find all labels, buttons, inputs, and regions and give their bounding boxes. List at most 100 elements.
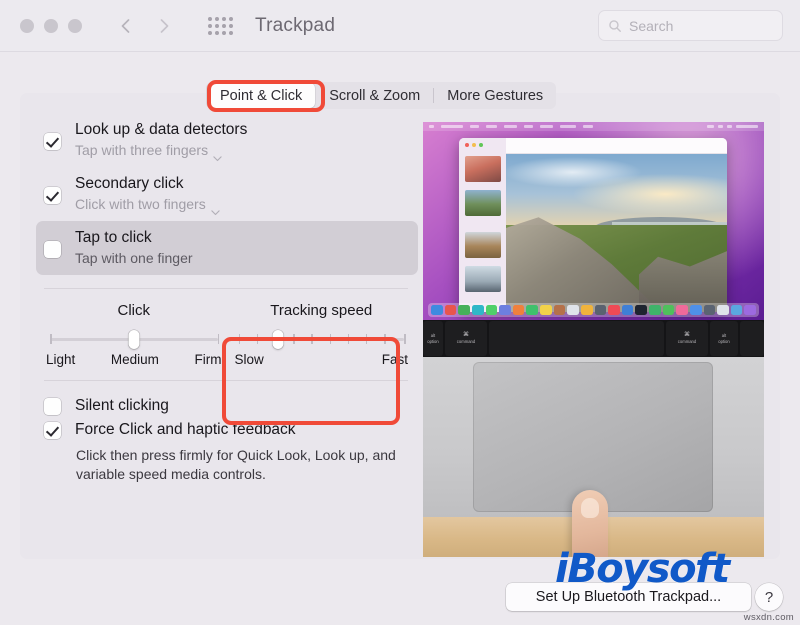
dock-icon — [554, 305, 566, 315]
dock-icon — [649, 305, 661, 315]
command-glyph-icon: ⌘ — [684, 332, 690, 339]
battery-icon — [707, 125, 714, 128]
search-placeholder: Search — [629, 18, 673, 34]
dock-icon — [486, 305, 498, 315]
close-button[interactable] — [20, 19, 34, 33]
sliders-row: Click Light Medium Firm Tr — [36, 302, 418, 367]
slider-tick — [366, 334, 368, 344]
menubar-item — [504, 125, 517, 128]
watermark-site: wsxdn.com — [744, 612, 794, 623]
search-field[interactable]: Search — [598, 10, 783, 41]
macbook-screen — [423, 122, 764, 320]
menubar-item — [540, 125, 553, 128]
command-glyph-icon: ⌘ — [463, 332, 469, 339]
click-slider-track[interactable] — [50, 333, 218, 345]
dock-icon — [690, 305, 702, 315]
preview-photo-content — [506, 154, 727, 312]
tab-label: Point & Click — [220, 88, 302, 104]
slider-tick — [239, 334, 241, 344]
option-title: Secondary click — [75, 175, 184, 192]
force-click-description: Click then press firmly for Quick Look, … — [76, 446, 418, 484]
option-title: Silent clicking — [75, 397, 169, 414]
dock-icon — [663, 305, 675, 315]
tracking-slider-label: Tracking speed — [233, 302, 411, 319]
option-subtitle-label: Tap with three fingers — [75, 141, 208, 160]
key-spacebar — [489, 321, 664, 356]
control-center-icon — [727, 125, 732, 128]
key-command-label: command — [457, 339, 475, 345]
option-subtitle-dropdown[interactable]: Tap with three fingers — [75, 141, 247, 160]
option-row-silent-clicking[interactable]: Silent clicking — [36, 394, 418, 418]
option-title: Look up & data detectors — [75, 121, 247, 138]
watermark-brand: iBoysoft — [555, 546, 729, 592]
tab-more-gestures[interactable]: More Gestures — [434, 82, 556, 109]
option-row-look-up[interactable]: Look up & data detectors Tap with three … — [36, 113, 418, 167]
option-row-secondary-click[interactable]: Secondary click Click with two fingers — [36, 167, 418, 221]
slider-label-firm: Firm — [194, 352, 221, 367]
option-subtitle-dropdown[interactable]: Click with two fingers — [75, 195, 220, 214]
tracking-slider-track[interactable] — [239, 333, 405, 345]
close-button — [465, 143, 469, 147]
dock-icon — [431, 305, 443, 315]
trackpad-preview-image: alt option ⌘ command ⌘ command alt optio… — [423, 122, 764, 557]
photo-sky — [506, 154, 727, 227]
dock-icon — [622, 305, 634, 315]
grid-icon[interactable] — [208, 17, 233, 35]
macos-dock — [428, 303, 759, 317]
trackpad-preferences-window: Trackpad Search Look up & data detectors… — [0, 0, 800, 625]
back-chevron-icon[interactable] — [118, 18, 134, 34]
menubar-item — [524, 125, 533, 128]
tab-label: More Gestures — [447, 88, 543, 104]
checkbox-tap-to-click[interactable] — [44, 241, 61, 258]
navigation-buttons — [118, 18, 172, 34]
option-subtitle-label: Click with two fingers — [75, 195, 206, 214]
key-command-right: ⌘ command — [666, 321, 708, 356]
thumbnail-item — [465, 266, 501, 292]
chevron-down-icon — [211, 202, 220, 208]
section-divider — [44, 288, 408, 289]
dock-icon — [567, 305, 579, 315]
key-option-right: alt option — [710, 321, 738, 356]
preview-menubar — [423, 122, 764, 131]
checkbox-secondary-click[interactable] — [44, 187, 61, 204]
wifi-icon — [718, 125, 723, 128]
tab-scroll-and-zoom[interactable]: Scroll & Zoom — [316, 82, 433, 109]
option-row-force-click[interactable]: Force Click and haptic feedback — [36, 418, 418, 440]
dock-icon — [513, 305, 525, 315]
slider-label-light: Light — [46, 352, 75, 367]
tracking-slider-group: Tracking speed — [233, 302, 411, 367]
help-button[interactable]: ? — [755, 583, 783, 611]
option-row-tap-to-click[interactable]: Tap to click Tap with one finger — [36, 221, 418, 275]
forward-chevron-icon[interactable] — [156, 18, 172, 34]
checkbox-force-click[interactable] — [44, 422, 61, 439]
dock-icon — [581, 305, 593, 315]
traffic-lights — [20, 19, 82, 33]
click-slider-knob[interactable] — [128, 330, 139, 349]
key-command-left: ⌘ command — [445, 321, 487, 356]
fingernail — [581, 498, 599, 518]
dock-icon — [744, 305, 756, 315]
slider-label-medium: Medium — [111, 352, 159, 367]
slider-tick — [348, 334, 350, 344]
menubar-app-name — [441, 125, 463, 128]
minimize-button[interactable] — [44, 19, 58, 33]
slider-label-fast: Fast — [382, 352, 408, 367]
menubar-item — [486, 125, 497, 128]
menubar-item — [583, 125, 593, 128]
key-option-left: alt option — [423, 321, 443, 356]
dock-icon — [526, 305, 538, 315]
preview-toolbar — [506, 138, 727, 154]
settings-column: Look up & data detectors Tap with three … — [36, 113, 418, 484]
slider-tick — [384, 334, 386, 344]
dock-icon — [540, 305, 552, 315]
dock-icon — [608, 305, 620, 315]
checkbox-silent-clicking[interactable] — [44, 398, 61, 415]
zoom-button[interactable] — [68, 19, 82, 33]
checkbox-look-up[interactable] — [44, 133, 61, 150]
tracking-slider-knob[interactable] — [273, 330, 284, 349]
macbook-keyboard-row: alt option ⌘ command ⌘ command alt optio… — [423, 320, 764, 357]
tab-point-and-click[interactable]: Point & Click — [207, 83, 315, 108]
slider-tick — [404, 334, 406, 344]
dock-icon — [717, 305, 729, 315]
menubar-item — [470, 125, 479, 128]
